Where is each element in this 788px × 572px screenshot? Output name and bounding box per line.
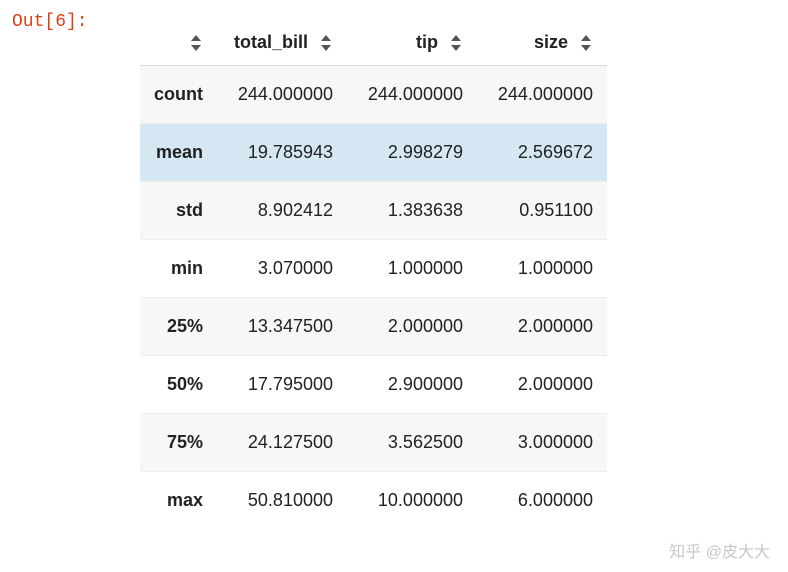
- cell: 17.795000: [217, 356, 347, 414]
- watermark-text: 知乎 @皮大大: [669, 538, 770, 562]
- cell: 6.000000: [477, 472, 607, 530]
- column-header-tip[interactable]: tip: [347, 18, 477, 66]
- cell: 50.810000: [217, 472, 347, 530]
- column-header-label: tip: [416, 32, 438, 52]
- table-row: max 50.810000 10.000000 6.000000: [140, 472, 607, 530]
- sort-icon[interactable]: [579, 35, 593, 51]
- row-label: 75%: [140, 414, 217, 472]
- cell: 3.070000: [217, 240, 347, 298]
- sort-icon[interactable]: [319, 35, 333, 51]
- row-label: max: [140, 472, 217, 530]
- column-header-index[interactable]: [140, 18, 217, 66]
- cell: 1.000000: [477, 240, 607, 298]
- cell: 0.951100: [477, 182, 607, 240]
- cell: 2.000000: [347, 298, 477, 356]
- column-header-total_bill[interactable]: total_bill: [217, 18, 347, 66]
- table-row: mean 19.785943 2.998279 2.569672: [140, 124, 607, 182]
- cell: 2.998279: [347, 124, 477, 182]
- cell: 2.000000: [477, 356, 607, 414]
- row-label: mean: [140, 124, 217, 182]
- table-row: min 3.070000 1.000000 1.000000: [140, 240, 607, 298]
- cell: 19.785943: [217, 124, 347, 182]
- cell: 8.902412: [217, 182, 347, 240]
- dataframe-output: total_bill tip size count 244.000000 244…: [140, 18, 778, 529]
- cell: 10.000000: [347, 472, 477, 530]
- row-label: count: [140, 66, 217, 124]
- table-header-row: total_bill tip size: [140, 18, 607, 66]
- table-row: 25% 13.347500 2.000000 2.000000: [140, 298, 607, 356]
- column-header-size[interactable]: size: [477, 18, 607, 66]
- column-header-label: size: [534, 32, 568, 52]
- table-row: count 244.000000 244.000000 244.000000: [140, 66, 607, 124]
- table-row: std 8.902412 1.383638 0.951100: [140, 182, 607, 240]
- cell: 24.127500: [217, 414, 347, 472]
- cell: 2.000000: [477, 298, 607, 356]
- cell: 3.000000: [477, 414, 607, 472]
- table-row: 75% 24.127500 3.562500 3.000000: [140, 414, 607, 472]
- output-prompt-label: Out[6]:: [12, 12, 88, 32]
- table-body: count 244.000000 244.000000 244.000000 m…: [140, 66, 607, 530]
- table-row: 50% 17.795000 2.900000 2.000000: [140, 356, 607, 414]
- cell: 244.000000: [217, 66, 347, 124]
- sort-icon[interactable]: [189, 35, 203, 51]
- sort-icon[interactable]: [449, 35, 463, 51]
- cell: 244.000000: [347, 66, 477, 124]
- cell: 244.000000: [477, 66, 607, 124]
- row-label: std: [140, 182, 217, 240]
- dataframe-table: total_bill tip size count 244.000000 244…: [140, 18, 607, 529]
- cell: 3.562500: [347, 414, 477, 472]
- cell: 2.900000: [347, 356, 477, 414]
- cell: 13.347500: [217, 298, 347, 356]
- cell: 1.000000: [347, 240, 477, 298]
- column-header-label: total_bill: [234, 32, 308, 52]
- row-label: min: [140, 240, 217, 298]
- cell: 2.569672: [477, 124, 607, 182]
- row-label: 25%: [140, 298, 217, 356]
- row-label: 50%: [140, 356, 217, 414]
- cell: 1.383638: [347, 182, 477, 240]
